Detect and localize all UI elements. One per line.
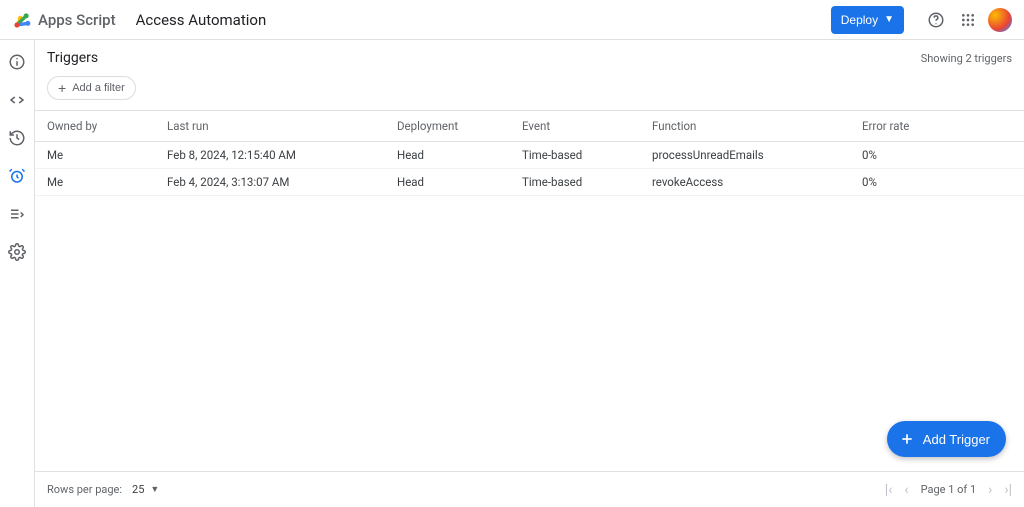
info-icon bbox=[8, 53, 26, 71]
alarm-icon bbox=[8, 167, 26, 185]
sidebar-item-overview[interactable] bbox=[5, 50, 29, 74]
add-trigger-button[interactable]: Add Trigger bbox=[887, 421, 1006, 457]
rows-per-page-label: Rows per page: bbox=[47, 483, 122, 496]
code-icon bbox=[8, 91, 26, 109]
header-error-rate[interactable]: Error rate bbox=[850, 111, 1024, 142]
rows-per-page-select[interactable]: 25 ▼ bbox=[132, 483, 159, 496]
chevron-down-icon: ▼ bbox=[884, 14, 894, 25]
first-page-button[interactable]: |‹ bbox=[885, 482, 893, 498]
help-button[interactable] bbox=[920, 4, 952, 36]
header-owned-by[interactable]: Owned by bbox=[35, 111, 155, 142]
cell-event: Time-based bbox=[510, 169, 640, 196]
product-name: Apps Script bbox=[38, 11, 116, 29]
header-function[interactable]: Function bbox=[640, 111, 850, 142]
cell-error-rate: 0% bbox=[850, 142, 1024, 169]
page-indicator: Page 1 of 1 bbox=[921, 483, 977, 496]
plus-icon: + bbox=[58, 81, 66, 95]
chevron-down-icon: ▼ bbox=[150, 484, 159, 495]
page-title: Triggers bbox=[47, 50, 98, 66]
apps-grid-icon bbox=[960, 12, 976, 28]
header-last-run[interactable]: Last run bbox=[155, 111, 385, 142]
help-icon bbox=[927, 11, 945, 29]
cell-function: processUnreadEmails bbox=[640, 142, 850, 169]
cell-error-rate: 0% bbox=[850, 169, 1024, 196]
add-filter-label: Add a filter bbox=[72, 82, 125, 94]
project-name[interactable]: Access Automation bbox=[136, 11, 267, 29]
cell-deployment: Head bbox=[385, 169, 510, 196]
cell-event: Time-based bbox=[510, 142, 640, 169]
showing-count: Showing 2 triggers bbox=[921, 52, 1012, 65]
deploy-button[interactable]: Deploy ▼ bbox=[831, 6, 904, 34]
header-deployment[interactable]: Deployment bbox=[385, 111, 510, 142]
sidebar-item-triggers[interactable] bbox=[5, 164, 29, 188]
deploy-button-label: Deploy bbox=[841, 13, 878, 27]
table-footer: Rows per page: 25 ▼ |‹ ‹ Page 1 of 1 › ›… bbox=[35, 471, 1024, 507]
header-event[interactable]: Event bbox=[510, 111, 640, 142]
cell-function: revokeAccess bbox=[640, 169, 850, 196]
apps-script-logo[interactable]: Apps Script bbox=[12, 10, 116, 30]
apps-button[interactable] bbox=[952, 4, 984, 36]
next-page-button[interactable]: › bbox=[988, 482, 992, 498]
rows-per-page-value: 25 bbox=[132, 483, 144, 496]
add-trigger-label: Add Trigger bbox=[923, 432, 990, 447]
sidebar-item-executions[interactable] bbox=[5, 202, 29, 226]
gear-icon bbox=[8, 243, 26, 261]
last-page-button[interactable]: ›| bbox=[1004, 482, 1012, 498]
account-avatar[interactable] bbox=[988, 8, 1012, 32]
cell-last-run: Feb 4, 2024, 3:13:07 AM bbox=[155, 169, 385, 196]
executions-icon bbox=[8, 205, 26, 223]
sidebar-item-settings[interactable] bbox=[5, 240, 29, 264]
main-content: Triggers Showing 2 triggers + Add a filt… bbox=[34, 40, 1024, 507]
history-icon bbox=[8, 129, 26, 147]
table-row[interactable]: MeFeb 4, 2024, 3:13:07 AMHeadTime-basedr… bbox=[35, 169, 1024, 196]
topbar: Apps Script Access Automation Deploy ▼ bbox=[0, 0, 1024, 40]
apps-script-icon bbox=[12, 10, 32, 30]
triggers-table: Owned by Last run Deployment Event Funct… bbox=[35, 110, 1024, 196]
plus-icon bbox=[899, 431, 915, 447]
cell-last-run: Feb 8, 2024, 12:15:40 AM bbox=[155, 142, 385, 169]
cell-owned-by: Me bbox=[35, 142, 155, 169]
sidebar bbox=[0, 40, 34, 507]
sidebar-item-history[interactable] bbox=[5, 126, 29, 150]
table-row[interactable]: MeFeb 8, 2024, 12:15:40 AMHeadTime-based… bbox=[35, 142, 1024, 169]
sidebar-item-editor[interactable] bbox=[5, 88, 29, 112]
prev-page-button[interactable]: ‹ bbox=[904, 482, 908, 498]
pager: |‹ ‹ Page 1 of 1 › ›| bbox=[885, 482, 1012, 498]
cell-owned-by: Me bbox=[35, 169, 155, 196]
add-filter-button[interactable]: + Add a filter bbox=[47, 76, 136, 100]
cell-deployment: Head bbox=[385, 142, 510, 169]
